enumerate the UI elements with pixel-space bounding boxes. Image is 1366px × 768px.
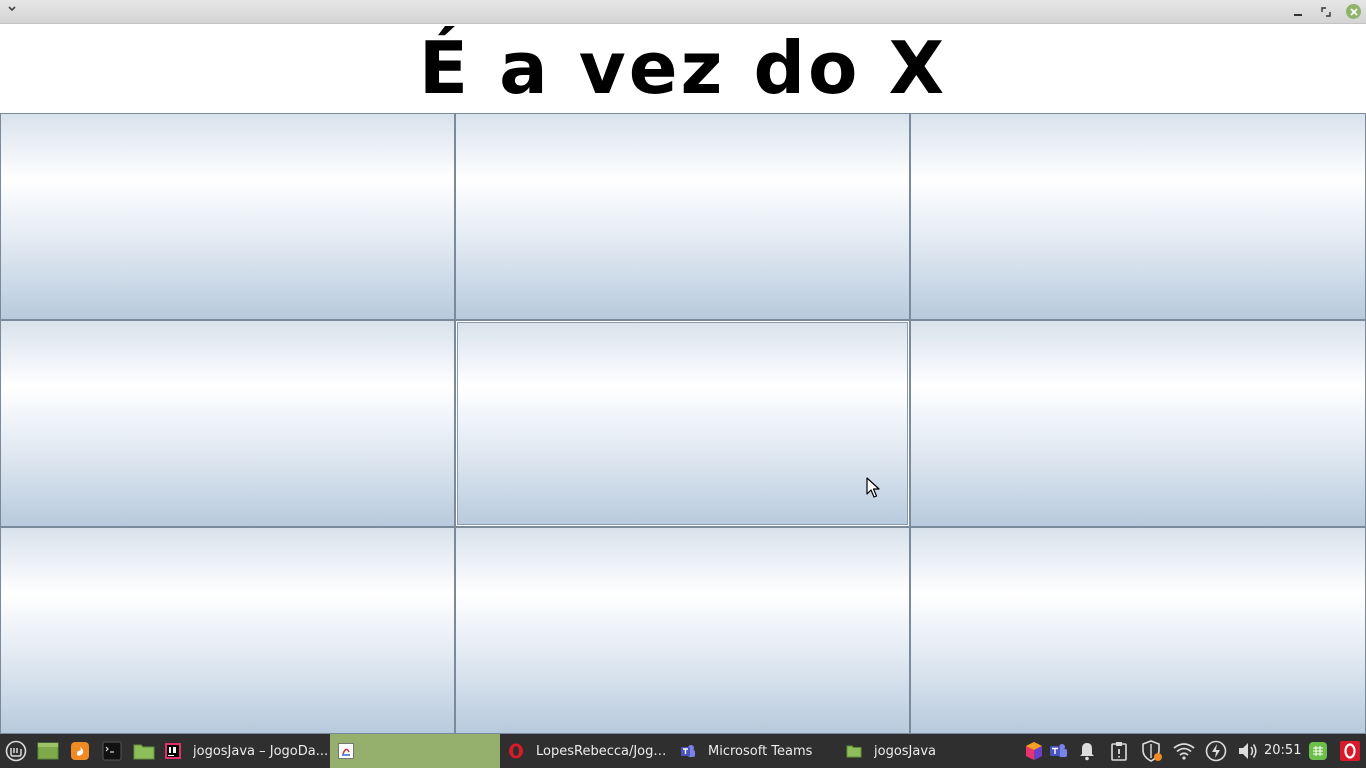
board-cell-r3c1[interactable] [0, 527, 455, 734]
files-icon[interactable] [129, 734, 159, 768]
taskbar: jogosJava – JogoDa... LopesRebecca/JogoD… [0, 734, 1366, 768]
terminal-icon[interactable] [97, 734, 127, 768]
task-microsoft-teams[interactable]: Microsoft Teams [672, 734, 837, 768]
turn-indicator-heading: É a vez do X [418, 26, 948, 110]
notifications-icon[interactable] [1075, 734, 1099, 768]
task-folder-jogosjava[interactable]: jogosJava [838, 734, 1008, 768]
board-cell-r1c2[interactable] [455, 113, 910, 320]
grid-app-icon[interactable] [1306, 734, 1330, 768]
task-java-game-window[interactable] [330, 734, 500, 768]
close-button[interactable] [1346, 4, 1361, 19]
task-label: Microsoft Teams [708, 743, 813, 759]
volume-icon[interactable] [1236, 734, 1260, 768]
maximize-icon [1321, 7, 1331, 17]
tic-tac-toe-board [0, 113, 1366, 734]
power-icon[interactable] [1204, 734, 1228, 768]
shield-icon[interactable] [1140, 734, 1164, 768]
opera-icon [508, 743, 524, 759]
clock[interactable]: 20:51 [1264, 734, 1301, 768]
maximize-button[interactable] [1318, 4, 1334, 20]
task-intellij-jogosjava[interactable]: jogosJava – JogoDa... [157, 734, 329, 768]
board-cell-r2c1[interactable] [0, 320, 455, 527]
app-cube-icon[interactable] [1022, 734, 1046, 768]
show-desktop-icon[interactable] [33, 734, 63, 768]
teams-icon [680, 743, 696, 759]
minimize-icon [1294, 14, 1302, 16]
teams-tray-icon[interactable] [1046, 734, 1070, 768]
board-cell-r2c3[interactable] [910, 320, 1366, 527]
window-titlebar[interactable] [0, 0, 1366, 24]
task-label: jogosJava [874, 743, 937, 759]
clipboard-icon[interactable] [1107, 734, 1131, 768]
intellij-icon [165, 743, 181, 759]
task-label: LopesRebecca/JogoD... [536, 743, 672, 759]
task-label: jogosJava – JogoDa... [193, 743, 329, 759]
task-opera-github[interactable]: LopesRebecca/JogoD... [500, 734, 672, 768]
java-app-icon [338, 743, 354, 759]
board-cell-r1c3[interactable] [910, 113, 1366, 320]
board-cell-r3c3[interactable] [910, 527, 1366, 734]
board-cell-r2c2[interactable] [455, 320, 910, 527]
board-cell-r3c2[interactable] [455, 527, 910, 734]
close-icon [1349, 7, 1358, 16]
wifi-icon[interactable] [1172, 734, 1196, 768]
firefox-icon[interactable] [65, 734, 95, 768]
opera-tray-icon[interactable] [1338, 734, 1362, 768]
minimize-button[interactable] [1290, 4, 1306, 20]
window-menu-icon[interactable] [5, 4, 19, 18]
board-cell-r1c1[interactable] [0, 113, 455, 320]
mint-menu-icon[interactable] [1, 734, 31, 768]
folder-icon [846, 743, 862, 759]
